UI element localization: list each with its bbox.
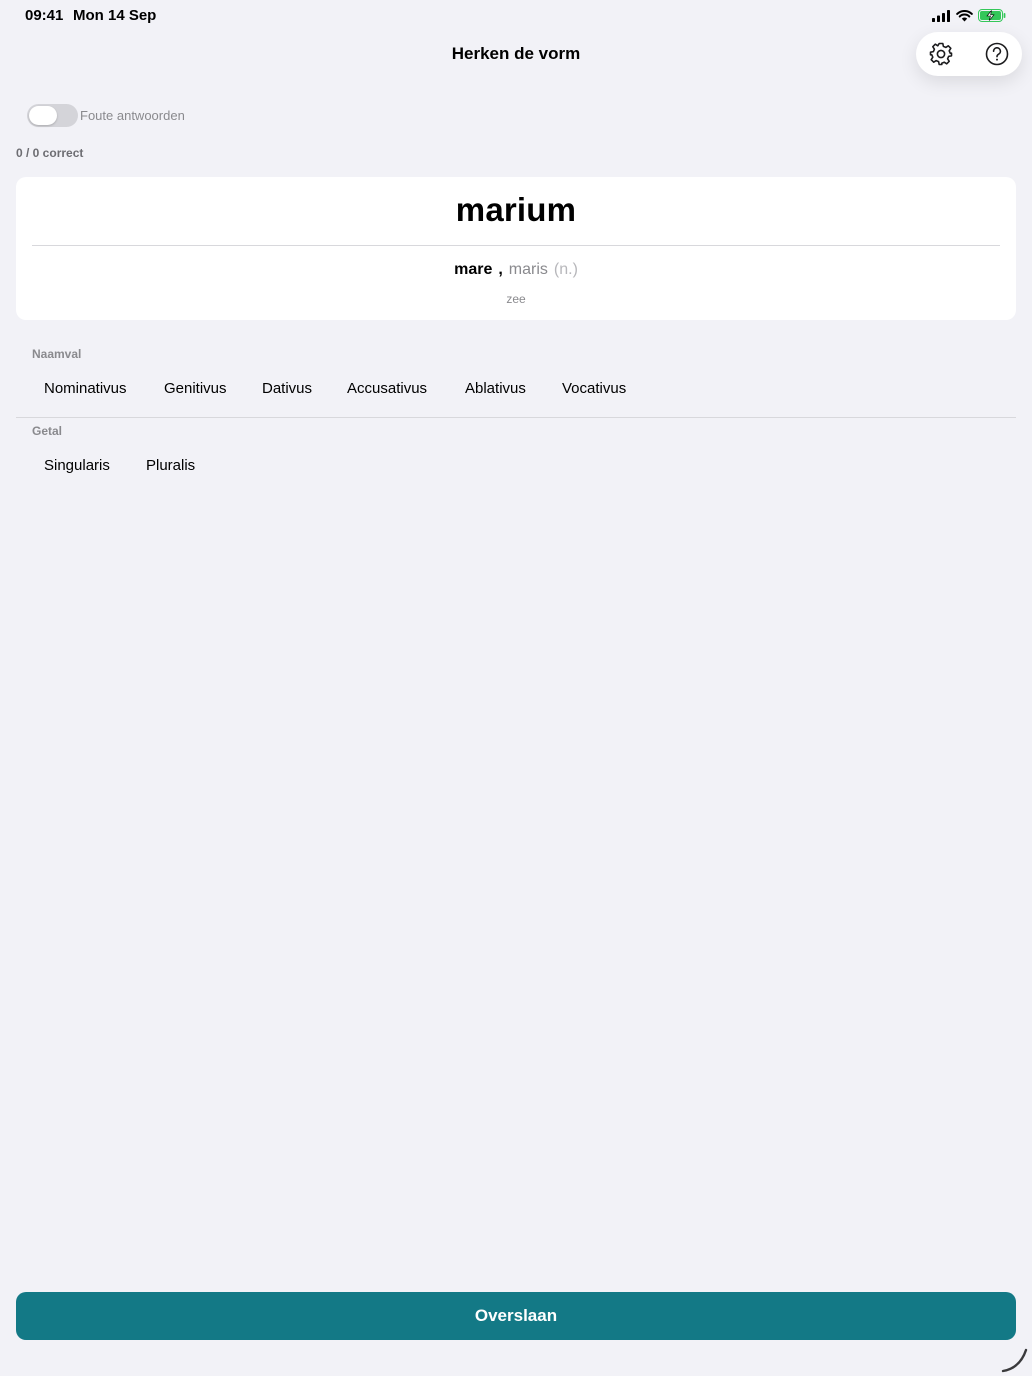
- wrong-answers-toggle[interactable]: [27, 104, 78, 127]
- lemma-genitive: maris: [508, 261, 548, 278]
- resize-grip-icon[interactable]: [1000, 1346, 1030, 1374]
- translation: zee: [506, 292, 526, 306]
- status-date: Mon 14 Sep: [73, 7, 157, 24]
- battery-charging-icon: [978, 9, 1006, 22]
- wrong-answers-label: Foute antwoorden: [80, 108, 185, 123]
- option-genitivus[interactable]: Genitivus: [164, 380, 227, 397]
- settings-button[interactable]: [928, 41, 954, 67]
- lemma-separator: ,: [498, 261, 503, 278]
- option-ablativus[interactable]: Ablativus: [465, 380, 526, 397]
- status-bar: 09:41 Mon 14 Sep: [0, 0, 1032, 32]
- cellular-signal-icon: [932, 9, 950, 22]
- option-pluralis[interactable]: Pluralis: [146, 457, 195, 474]
- lemma-gender: (n.): [553, 261, 578, 278]
- toggle-knob: [29, 106, 57, 125]
- wifi-icon: [956, 9, 973, 21]
- help-button[interactable]: [984, 41, 1010, 67]
- page-title: Herken de vorm: [451, 44, 581, 63]
- gear-icon: [929, 42, 953, 66]
- option-vocativus[interactable]: Vocativus: [562, 380, 626, 397]
- case-section-label: Naamval: [32, 347, 82, 361]
- score-counter: 0 / 0 correct: [16, 146, 84, 160]
- option-dativus[interactable]: Dativus: [262, 380, 312, 397]
- question-circle-icon: [985, 42, 1009, 66]
- lemma-nominative: mare: [454, 261, 493, 278]
- lemma-row: mare, maris (n.): [0, 261, 1032, 279]
- option-accusativus[interactable]: Accusativus: [347, 380, 427, 397]
- status-time: 09:41: [25, 7, 64, 24]
- wrong-answers-toggle-row: Foute antwoorden: [27, 104, 185, 127]
- option-singularis[interactable]: Singularis: [44, 457, 110, 474]
- option-nominativus[interactable]: Nominativus: [44, 380, 127, 397]
- card-divider: [32, 245, 1000, 246]
- skip-button[interactable]: Overslaan: [16, 1292, 1016, 1340]
- word-form: marium: [455, 191, 577, 228]
- number-section-label: Getal: [32, 424, 63, 438]
- status-icons: [932, 9, 1006, 22]
- nav-actions: [916, 32, 1022, 76]
- section-divider: [16, 417, 1016, 418]
